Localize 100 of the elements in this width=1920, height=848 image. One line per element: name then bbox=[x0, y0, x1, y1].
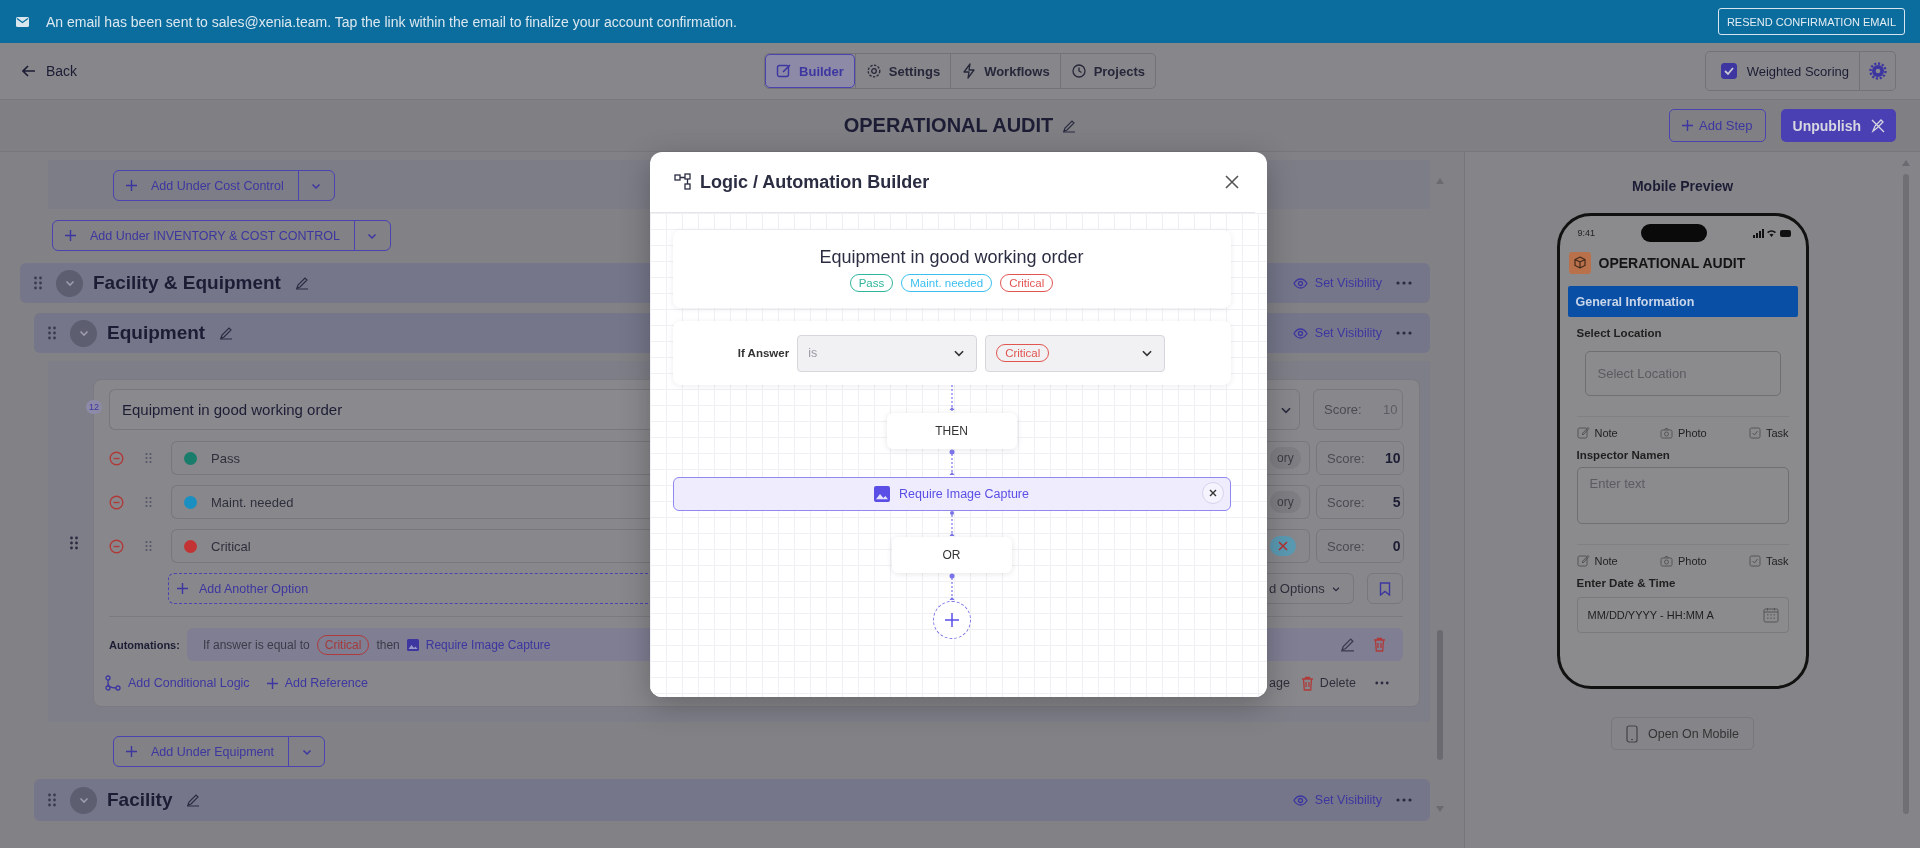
plus-icon bbox=[126, 746, 137, 757]
eye-icon bbox=[1292, 277, 1308, 289]
plus-icon bbox=[943, 612, 960, 628]
note-icon bbox=[1576, 554, 1590, 567]
score-input[interactable]: 0 bbox=[1364, 537, 1403, 555]
action-link[interactable]: Require Image Capture bbox=[425, 637, 551, 652]
add-button[interactable]: Add Under Cost Control bbox=[114, 171, 298, 200]
score-input[interactable]: 10 bbox=[1364, 449, 1403, 467]
tab[interactable]: Projects bbox=[1059, 54, 1155, 88]
pencil-icon[interactable] bbox=[1340, 637, 1355, 652]
option-label: Pass bbox=[211, 450, 240, 466]
unpublish-button[interactable]: Unpublish bbox=[1780, 109, 1896, 142]
option-field[interactable]: Maint. needed bbox=[171, 485, 651, 519]
tab[interactable]: Workflows bbox=[950, 54, 1060, 88]
more-icon[interactable] bbox=[1396, 331, 1412, 335]
add-node-button[interactable] bbox=[932, 601, 971, 639]
action-link[interactable]: age bbox=[1266, 676, 1290, 690]
camera-icon bbox=[1659, 426, 1673, 439]
back-button[interactable]: Back bbox=[22, 63, 78, 79]
option-field[interactable]: Pass bbox=[171, 441, 651, 475]
more-icon[interactable] bbox=[1375, 681, 1389, 685]
add-button[interactable]: Add Under Equipment bbox=[114, 737, 288, 766]
arrow-left-icon bbox=[22, 65, 36, 77]
add-reference-button[interactable]: Add Reference bbox=[266, 676, 368, 690]
trash-icon bbox=[1300, 675, 1314, 691]
drag-handle-icon[interactable] bbox=[145, 496, 152, 508]
set-visibility-button[interactable]: Set Visibility bbox=[1292, 793, 1382, 807]
bookmark-icon bbox=[1379, 581, 1391, 596]
field-label: Select Location bbox=[1576, 327, 1663, 339]
field-action[interactable]: Task bbox=[1748, 426, 1789, 439]
tab[interactable]: Settings bbox=[854, 54, 951, 88]
phone-icon bbox=[1626, 724, 1638, 743]
field-action[interactable]: Photo bbox=[1659, 426, 1707, 439]
gear-icon bbox=[1868, 62, 1887, 80]
action-node[interactable]: Require Image Capture bbox=[672, 477, 1231, 511]
field-label: Inspector Namen bbox=[1576, 449, 1671, 461]
drag-handle-icon[interactable] bbox=[48, 326, 56, 340]
remove-icon[interactable] bbox=[109, 494, 124, 510]
operator-select[interactable]: is bbox=[797, 334, 978, 372]
drag-handle-icon[interactable] bbox=[145, 452, 152, 464]
box-icon bbox=[1568, 252, 1591, 274]
drag-handle-icon[interactable] bbox=[48, 793, 56, 807]
connector-line bbox=[947, 449, 956, 477]
settings-button[interactable] bbox=[1860, 51, 1896, 91]
field-action[interactable]: Photo bbox=[1659, 554, 1707, 567]
question-field[interactable]: Equipment in good working order bbox=[109, 389, 651, 430]
drag-handle-icon[interactable] bbox=[145, 540, 152, 552]
image-icon bbox=[874, 486, 891, 502]
rule-text: then bbox=[376, 637, 400, 652]
checkbox[interactable] bbox=[1720, 63, 1737, 79]
add-step-button[interactable]: Add Step bbox=[1669, 109, 1766, 142]
flowchart-icon bbox=[674, 173, 692, 191]
trash-icon[interactable] bbox=[1373, 637, 1386, 652]
clock-icon bbox=[1070, 63, 1087, 79]
node-label: OR bbox=[942, 548, 961, 562]
resend-email-button[interactable]: RESEND CONFIRMATION EMAIL bbox=[1717, 8, 1905, 35]
bookmark-button[interactable] bbox=[1367, 573, 1403, 604]
pencil-icon[interactable] bbox=[1062, 118, 1077, 133]
remove-icon[interactable] bbox=[109, 538, 124, 554]
set-visibility-button[interactable]: Set Visibility bbox=[1292, 276, 1382, 290]
node-label: THEN bbox=[935, 424, 968, 438]
image-icon bbox=[406, 638, 419, 651]
add-button[interactable]: Add Under INVENTORY & COST CONTROL bbox=[53, 221, 354, 250]
score-input[interactable]: 5 bbox=[1364, 493, 1403, 511]
connector-line bbox=[947, 385, 956, 413]
score-label: Score: bbox=[1327, 450, 1365, 466]
pencil-icon[interactable] bbox=[186, 793, 201, 807]
action-label: Require Image Capture bbox=[899, 487, 1029, 501]
section-title: Facility & Equipment bbox=[93, 272, 281, 294]
pencil-icon[interactable] bbox=[294, 276, 309, 290]
score-label: Score: bbox=[1327, 538, 1365, 554]
collapse-button[interactable] bbox=[70, 319, 97, 347]
value-select[interactable]: Critical bbox=[985, 334, 1166, 372]
condition-label: If Answer bbox=[737, 347, 790, 359]
more-icon[interactable] bbox=[1396, 798, 1412, 802]
calendar-icon[interactable] bbox=[1762, 607, 1779, 623]
remove-button[interactable] bbox=[1201, 482, 1224, 504]
more-icon[interactable] bbox=[1396, 281, 1412, 285]
tab[interactable]: Builder bbox=[765, 54, 855, 88]
close-icon bbox=[1208, 489, 1217, 497]
set-visibility-button[interactable]: Set Visibility bbox=[1292, 326, 1382, 340]
rule-text: If answer is equal to bbox=[203, 637, 310, 652]
delete-button[interactable]: Delete bbox=[1300, 675, 1356, 691]
date-time-field[interactable]: MM/DD/YYYY - HH:MM A bbox=[1576, 597, 1789, 633]
pencil-icon[interactable] bbox=[219, 326, 234, 340]
field-action[interactable]: Task bbox=[1748, 554, 1789, 567]
drag-handle-icon[interactable] bbox=[70, 536, 78, 550]
field-action[interactable]: Note bbox=[1576, 554, 1618, 567]
collapse-button[interactable] bbox=[70, 786, 97, 814]
score-label: Score: bbox=[1324, 402, 1362, 417]
field-action[interactable]: Note bbox=[1576, 426, 1618, 439]
collapse-button[interactable] bbox=[56, 269, 83, 297]
add-conditional-logic-button[interactable]: Add Conditional Logic bbox=[105, 675, 250, 691]
gear-icon bbox=[865, 63, 882, 79]
dialog-title: Logic / Automation Builder bbox=[700, 171, 930, 193]
option-field[interactable]: Critical bbox=[171, 529, 651, 563]
close-button[interactable] bbox=[1225, 175, 1239, 189]
remove-icon[interactable] bbox=[109, 450, 124, 466]
open-on-mobile-button[interactable]: Open On Mobile bbox=[1611, 717, 1754, 750]
drag-handle-icon[interactable] bbox=[34, 276, 42, 290]
